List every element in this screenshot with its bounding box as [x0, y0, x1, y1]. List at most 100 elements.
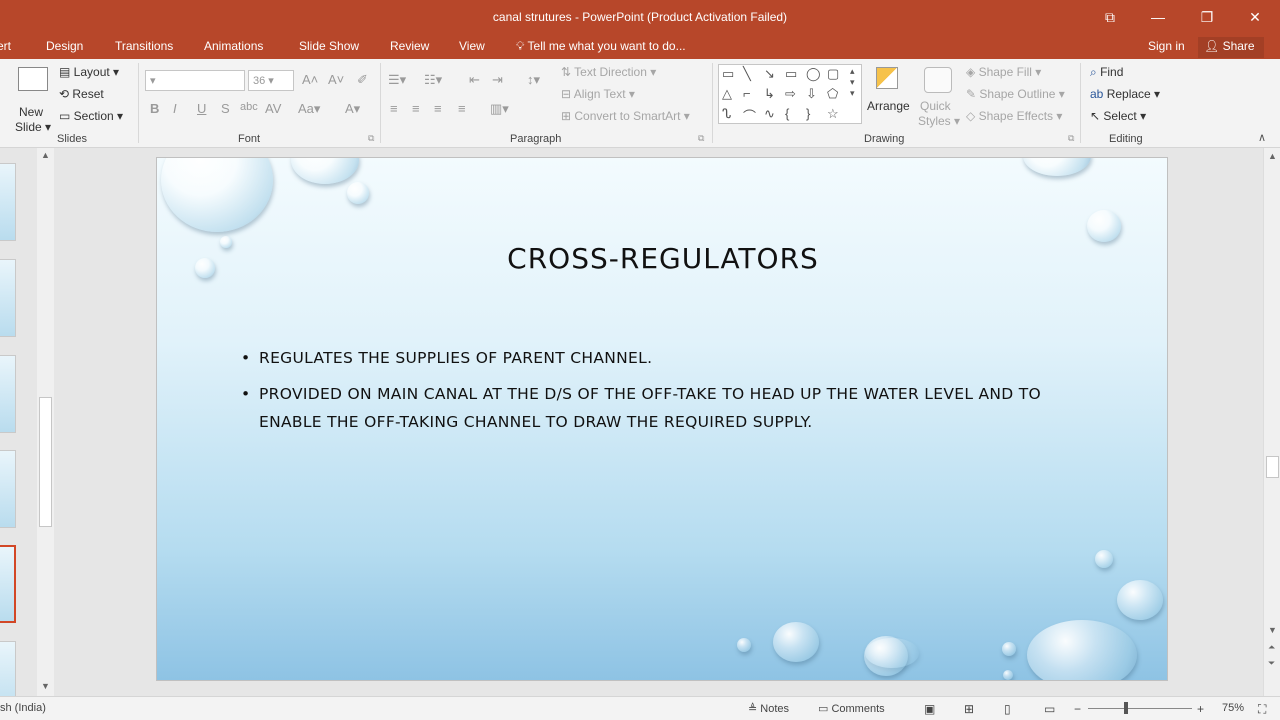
slide-thumbnail[interactable]: [0, 450, 16, 528]
slideshow-view-icon[interactable]: ▭: [1044, 702, 1055, 716]
rectangle-shape-icon[interactable]: ▭: [785, 66, 797, 82]
align-text-button[interactable]: ⊟ Align Text ▾: [561, 87, 635, 101]
layout-button[interactable]: ▤ Layout ▾: [59, 65, 119, 79]
slide-title[interactable]: CROSS-REGULATORS: [157, 242, 1167, 275]
tab-review[interactable]: Review: [390, 39, 429, 53]
tab-transitions[interactable]: Transitions: [115, 39, 173, 53]
decrease-indent-icon[interactable]: ⇤: [469, 72, 480, 88]
shape-fill-button[interactable]: ◈ Shape Fill ▾: [966, 65, 1041, 79]
convert-smartart-button[interactable]: ⊞ Convert to SmartArt ▾: [561, 109, 690, 123]
bullets-icon[interactable]: ☰▾: [388, 72, 406, 88]
normal-view-icon[interactable]: ▣: [924, 702, 935, 716]
tab-view[interactable]: View: [459, 39, 485, 53]
align-center-icon[interactable]: ≡: [412, 101, 420, 116]
columns-icon[interactable]: ▥▾: [490, 101, 509, 117]
pentagon-shape-icon[interactable]: ⬠: [827, 86, 838, 102]
scroll-down-icon[interactable]: ▼: [1268, 625, 1277, 635]
freeform-shape-icon[interactable]: ᔐ: [722, 106, 731, 122]
scrollbar-thumb[interactable]: [1266, 456, 1279, 478]
scroll-down-icon[interactable]: ▼: [41, 681, 50, 691]
find-button[interactable]: ⌕ Find: [1090, 65, 1123, 80]
next-slide-icon[interactable]: ⏷: [1268, 658, 1275, 669]
slide-thumbnail[interactable]: [0, 259, 16, 337]
scrollbar-thumb[interactable]: [39, 397, 52, 527]
replace-button[interactable]: ab Replace ▾: [1090, 87, 1160, 101]
zoom-slider-thumb[interactable]: [1124, 702, 1128, 714]
justify-icon[interactable]: ≡: [458, 101, 466, 116]
notes-button[interactable]: ≜ Notes: [748, 702, 789, 715]
thumbnail-scrollbar[interactable]: ▲ ▼: [37, 148, 54, 696]
shadow-icon[interactable]: S: [221, 101, 230, 116]
scroll-up-icon[interactable]: ▲: [1268, 151, 1277, 161]
slide-thumbnail[interactable]: [0, 163, 16, 241]
reading-view-icon[interactable]: ▯: [1004, 702, 1011, 716]
zoom-out-icon[interactable]: −: [1074, 702, 1081, 716]
left-brace-shape-icon[interactable]: {: [785, 106, 789, 121]
shapes-gallery[interactable]: ▭ ╲ ↘ ▭ ◯ ▢ △ ⌐ ↳ ⇨ ⇩ ⬠ ᔐ ⌒ ∿ { } ☆ ▴ ▾ ▾: [718, 64, 862, 124]
elbow-connector-shape-icon[interactable]: ⌐: [743, 86, 751, 101]
arc-shape-icon[interactable]: ⌒: [743, 106, 756, 125]
select-button[interactable]: ↖ Select ▾: [1090, 109, 1146, 123]
section-button[interactable]: ▭ Section ▾: [59, 109, 123, 123]
triangle-shape-icon[interactable]: △: [722, 86, 732, 102]
gallery-scroll-icon[interactable]: ▴ ▾ ▾: [850, 66, 855, 99]
rounded-rect-shape-icon[interactable]: ▢: [827, 66, 839, 82]
minimize-button[interactable]: —: [1135, 0, 1181, 34]
underline-icon[interactable]: U: [197, 101, 206, 116]
sign-in-link[interactable]: Sign in: [1148, 39, 1185, 53]
shape-effects-button[interactable]: ◇ Shape Effects ▾: [966, 109, 1062, 123]
elbow-arrow-shape-icon[interactable]: ↳: [764, 86, 775, 102]
share-button[interactable]: 👤︎ Share: [1198, 37, 1264, 58]
grow-font-icon[interactable]: A˄: [302, 72, 318, 87]
slide-thumbnail[interactable]: [0, 355, 16, 433]
font-color-icon[interactable]: A▾: [345, 101, 360, 117]
slide-body[interactable]: • REGULATES THE SUPPLIES OF PARENT CHANNE…: [241, 344, 1101, 444]
slide-sorter-icon[interactable]: ⊞: [964, 702, 974, 716]
star-shape-icon[interactable]: ☆: [827, 106, 839, 122]
paragraph-dialog-launcher-icon[interactable]: ⧉: [698, 133, 704, 144]
strikethrough-icon[interactable]: abc: [240, 101, 258, 113]
slide-scrollbar[interactable]: ▲ ▼ ⏶ ⏷: [1263, 148, 1280, 696]
curve-shape-icon[interactable]: ∿: [764, 106, 775, 122]
drawing-dialog-launcher-icon[interactable]: ⧉: [1068, 133, 1074, 144]
quick-styles-button[interactable]: Quick Styles ▾: [918, 65, 962, 131]
close-button[interactable]: ✕: [1232, 0, 1278, 34]
tab-insert[interactable]: ert: [0, 39, 11, 53]
scroll-up-icon[interactable]: ▲: [41, 150, 50, 160]
arrow-line-shape-icon[interactable]: ↘: [764, 66, 775, 82]
textbox-shape-icon[interactable]: ▭: [722, 66, 734, 82]
bold-icon[interactable]: B: [150, 101, 159, 116]
clear-format-icon[interactable]: ✐: [357, 72, 368, 88]
ribbon-display-options-button[interactable]: ⧉: [1087, 0, 1133, 34]
shape-outline-button[interactable]: ✎ Shape Outline ▾: [966, 87, 1065, 101]
new-slide-button[interactable]: New Slide ▾: [14, 65, 54, 134]
reset-button[interactable]: ⟲ Reset: [59, 87, 104, 101]
char-spacing-icon[interactable]: AV: [265, 101, 281, 116]
font-dialog-launcher-icon[interactable]: ⧉: [368, 133, 374, 144]
line-shape-icon[interactable]: ╲: [743, 66, 751, 82]
restore-button[interactable]: ❐: [1184, 0, 1230, 34]
slide-thumbnail-active[interactable]: [0, 545, 16, 623]
change-case-icon[interactable]: Aa▾: [298, 101, 320, 117]
right-brace-shape-icon[interactable]: }: [806, 106, 810, 121]
increase-indent-icon[interactable]: ⇥: [492, 72, 503, 88]
language-indicator[interactable]: sh (India): [0, 702, 46, 714]
align-right-icon[interactable]: ≡: [434, 101, 442, 116]
collapse-ribbon-icon[interactable]: ∧: [1258, 131, 1266, 144]
tab-animations[interactable]: Animations: [204, 39, 263, 53]
text-direction-button[interactable]: ⇅ Text Direction ▾: [561, 65, 656, 79]
font-family-select[interactable]: ▾: [145, 70, 245, 91]
font-size-select[interactable]: 36 ▾: [248, 70, 294, 91]
numbering-icon[interactable]: ☷▾: [424, 72, 442, 88]
slide-canvas[interactable]: CROSS-REGULATORS • REGULATES THE SUPPLIES…: [156, 157, 1168, 681]
line-spacing-icon[interactable]: ↕▾: [527, 72, 540, 88]
italic-icon[interactable]: I: [173, 101, 177, 116]
tab-design[interactable]: Design: [46, 39, 83, 53]
down-arrow-shape-icon[interactable]: ⇩: [806, 86, 817, 102]
tab-slide-show[interactable]: Slide Show: [299, 39, 359, 53]
tell-me-box[interactable]: 💡︎ Tell me what you want to do...: [516, 39, 686, 54]
comments-button[interactable]: ▭ Comments: [818, 702, 885, 715]
arrange-button[interactable]: Arrange: [866, 65, 914, 131]
fit-slide-icon[interactable]: ⛶: [1258, 702, 1266, 717]
zoom-slider[interactable]: [1088, 708, 1192, 709]
